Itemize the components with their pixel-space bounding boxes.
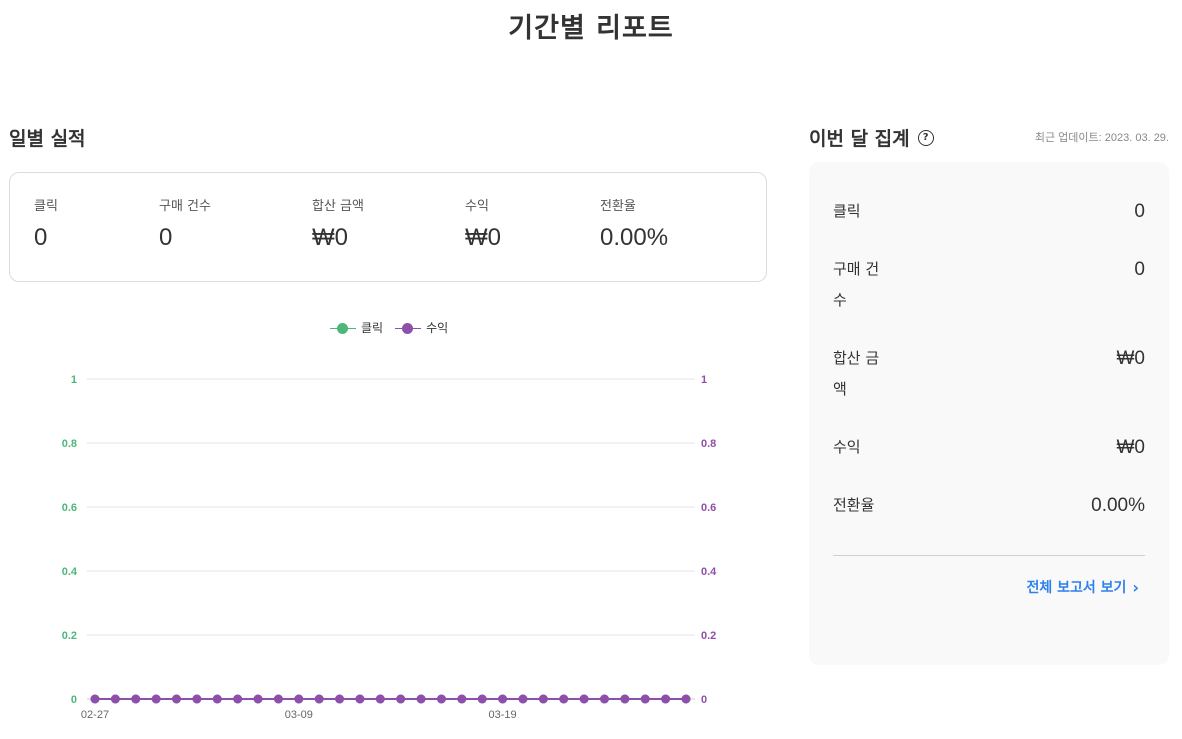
y-right-tick-label: 0 [701, 694, 707, 706]
stat-clicks: 클릭 0 [34, 195, 58, 252]
full-report-link[interactable]: 전체 보고서 보기 › [1026, 577, 1139, 597]
stat-label: 전환율 [600, 199, 636, 214]
stat-value: ₩0 [465, 224, 501, 251]
stat-purchases: 구매 건수 0 [159, 195, 211, 252]
data-point [661, 694, 671, 704]
y-right-tick-label: 0.8 [701, 438, 716, 450]
x-tick-label: 02-27 [81, 709, 109, 721]
data-point [253, 694, 263, 704]
question-circle-icon[interactable]: ? [917, 129, 934, 146]
last-updated-text: 최근 업데이트: 2023. 03. 29. [1034, 132, 1169, 144]
summary-value: ₩0 [1116, 348, 1146, 369]
monthly-summary-card: 클릭 0 구매 건수 0 합산 금액 ₩0 수익 ₩0 전환율 0.00% 전체… [809, 162, 1169, 665]
data-point [110, 694, 120, 704]
data-point [90, 694, 100, 704]
y-left-tick-label: 1 [71, 374, 77, 386]
summary-label: 전환율 [833, 496, 875, 514]
monthly-title-text: 이번 달 집계 [809, 128, 910, 150]
data-point [273, 694, 283, 704]
x-tick-label: 03-09 [285, 709, 313, 721]
data-point [498, 694, 508, 704]
x-tick-label: 03-19 [489, 709, 517, 721]
data-point [640, 694, 650, 704]
y-right-tick-label: 0.4 [701, 566, 717, 578]
stat-value: 0 [34, 224, 48, 251]
legend-label: 수익 [426, 321, 449, 335]
page-title: 기간별 리포트 [508, 13, 674, 44]
y-left-tick-label: 0.6 [62, 502, 77, 514]
data-point [335, 694, 345, 704]
y-left-tick-label: 0.4 [62, 566, 78, 578]
data-point [131, 694, 141, 704]
data-point [538, 694, 548, 704]
summary-value: ₩0 [1116, 437, 1146, 458]
summary-value: 0 [1134, 259, 1145, 280]
summary-label: 수익 [833, 438, 861, 456]
stat-value: ₩0 [312, 224, 348, 251]
data-point [294, 694, 304, 704]
daily-stats-card: 클릭 0 구매 건수 0 합산 금액 ₩0 수익 ₩0 전환율 0.00% [9, 172, 767, 282]
daily-line-chart: 0 0.2 0.4 0.6 0.8 1 0 0.2 0.4 0.6 0.8 1 02-27 03-09 03… [62, 374, 717, 721]
data-point [457, 694, 467, 704]
data-point [151, 694, 161, 704]
chevron-right-icon: › [1132, 577, 1139, 597]
legend-marker-icon [330, 322, 356, 334]
y-left-tick-label: 0.2 [62, 630, 77, 642]
summary-label: 구매 건수 [833, 260, 880, 309]
monthly-section-title: 이번 달 집계 ? [809, 124, 934, 151]
data-point [477, 694, 487, 704]
summary-value: 0.00% [1091, 495, 1145, 516]
data-point [681, 694, 691, 704]
data-point [314, 694, 324, 704]
data-point [192, 694, 202, 704]
summary-value: 0 [1134, 201, 1145, 222]
data-point [212, 694, 222, 704]
legend-item-revenue[interactable]: 수익 [395, 319, 448, 336]
y-right-tick-label: 1 [701, 374, 707, 386]
daily-section-title: 일별 실적 [9, 128, 86, 150]
data-point [436, 694, 446, 704]
data-point [620, 694, 630, 704]
y-left-tick-label: 0 [71, 694, 77, 706]
summary-label: 합산 금액 [833, 349, 880, 398]
summary-divider [833, 555, 1145, 556]
stat-label: 합산 금액 [312, 199, 364, 214]
stat-label: 구매 건수 [159, 199, 211, 214]
data-point [579, 694, 589, 704]
data-point [416, 694, 426, 704]
y-right-tick-label: 0.2 [701, 630, 716, 642]
data-point [559, 694, 569, 704]
legend-item-clicks[interactable]: 클릭 [330, 319, 383, 336]
data-point [355, 694, 365, 704]
stat-value: 0 [159, 224, 173, 251]
data-point [375, 694, 385, 704]
y-right-tick-label: 0.6 [701, 502, 716, 514]
stat-label: 수익 [465, 199, 489, 214]
summary-label: 클릭 [833, 202, 861, 220]
data-point [599, 694, 609, 704]
data-point [172, 694, 182, 704]
full-report-link-label: 전체 보고서 보기 [1026, 580, 1127, 596]
stat-label: 클릭 [34, 199, 58, 214]
stat-conversion: 전환율 0.00% [600, 195, 668, 252]
data-point [396, 694, 406, 704]
data-point [233, 694, 243, 704]
stat-value: 0.00% [600, 224, 669, 251]
y-left-tick-label: 0.8 [62, 438, 77, 450]
stat-total-amount: 합산 금액 ₩0 [312, 195, 364, 252]
stat-revenue: 수익 ₩0 [465, 195, 501, 252]
legend-label: 클릭 [361, 321, 384, 335]
data-point [518, 694, 528, 704]
chart-legend: 클릭 수익 [330, 319, 460, 336]
legend-marker-icon [395, 322, 422, 334]
